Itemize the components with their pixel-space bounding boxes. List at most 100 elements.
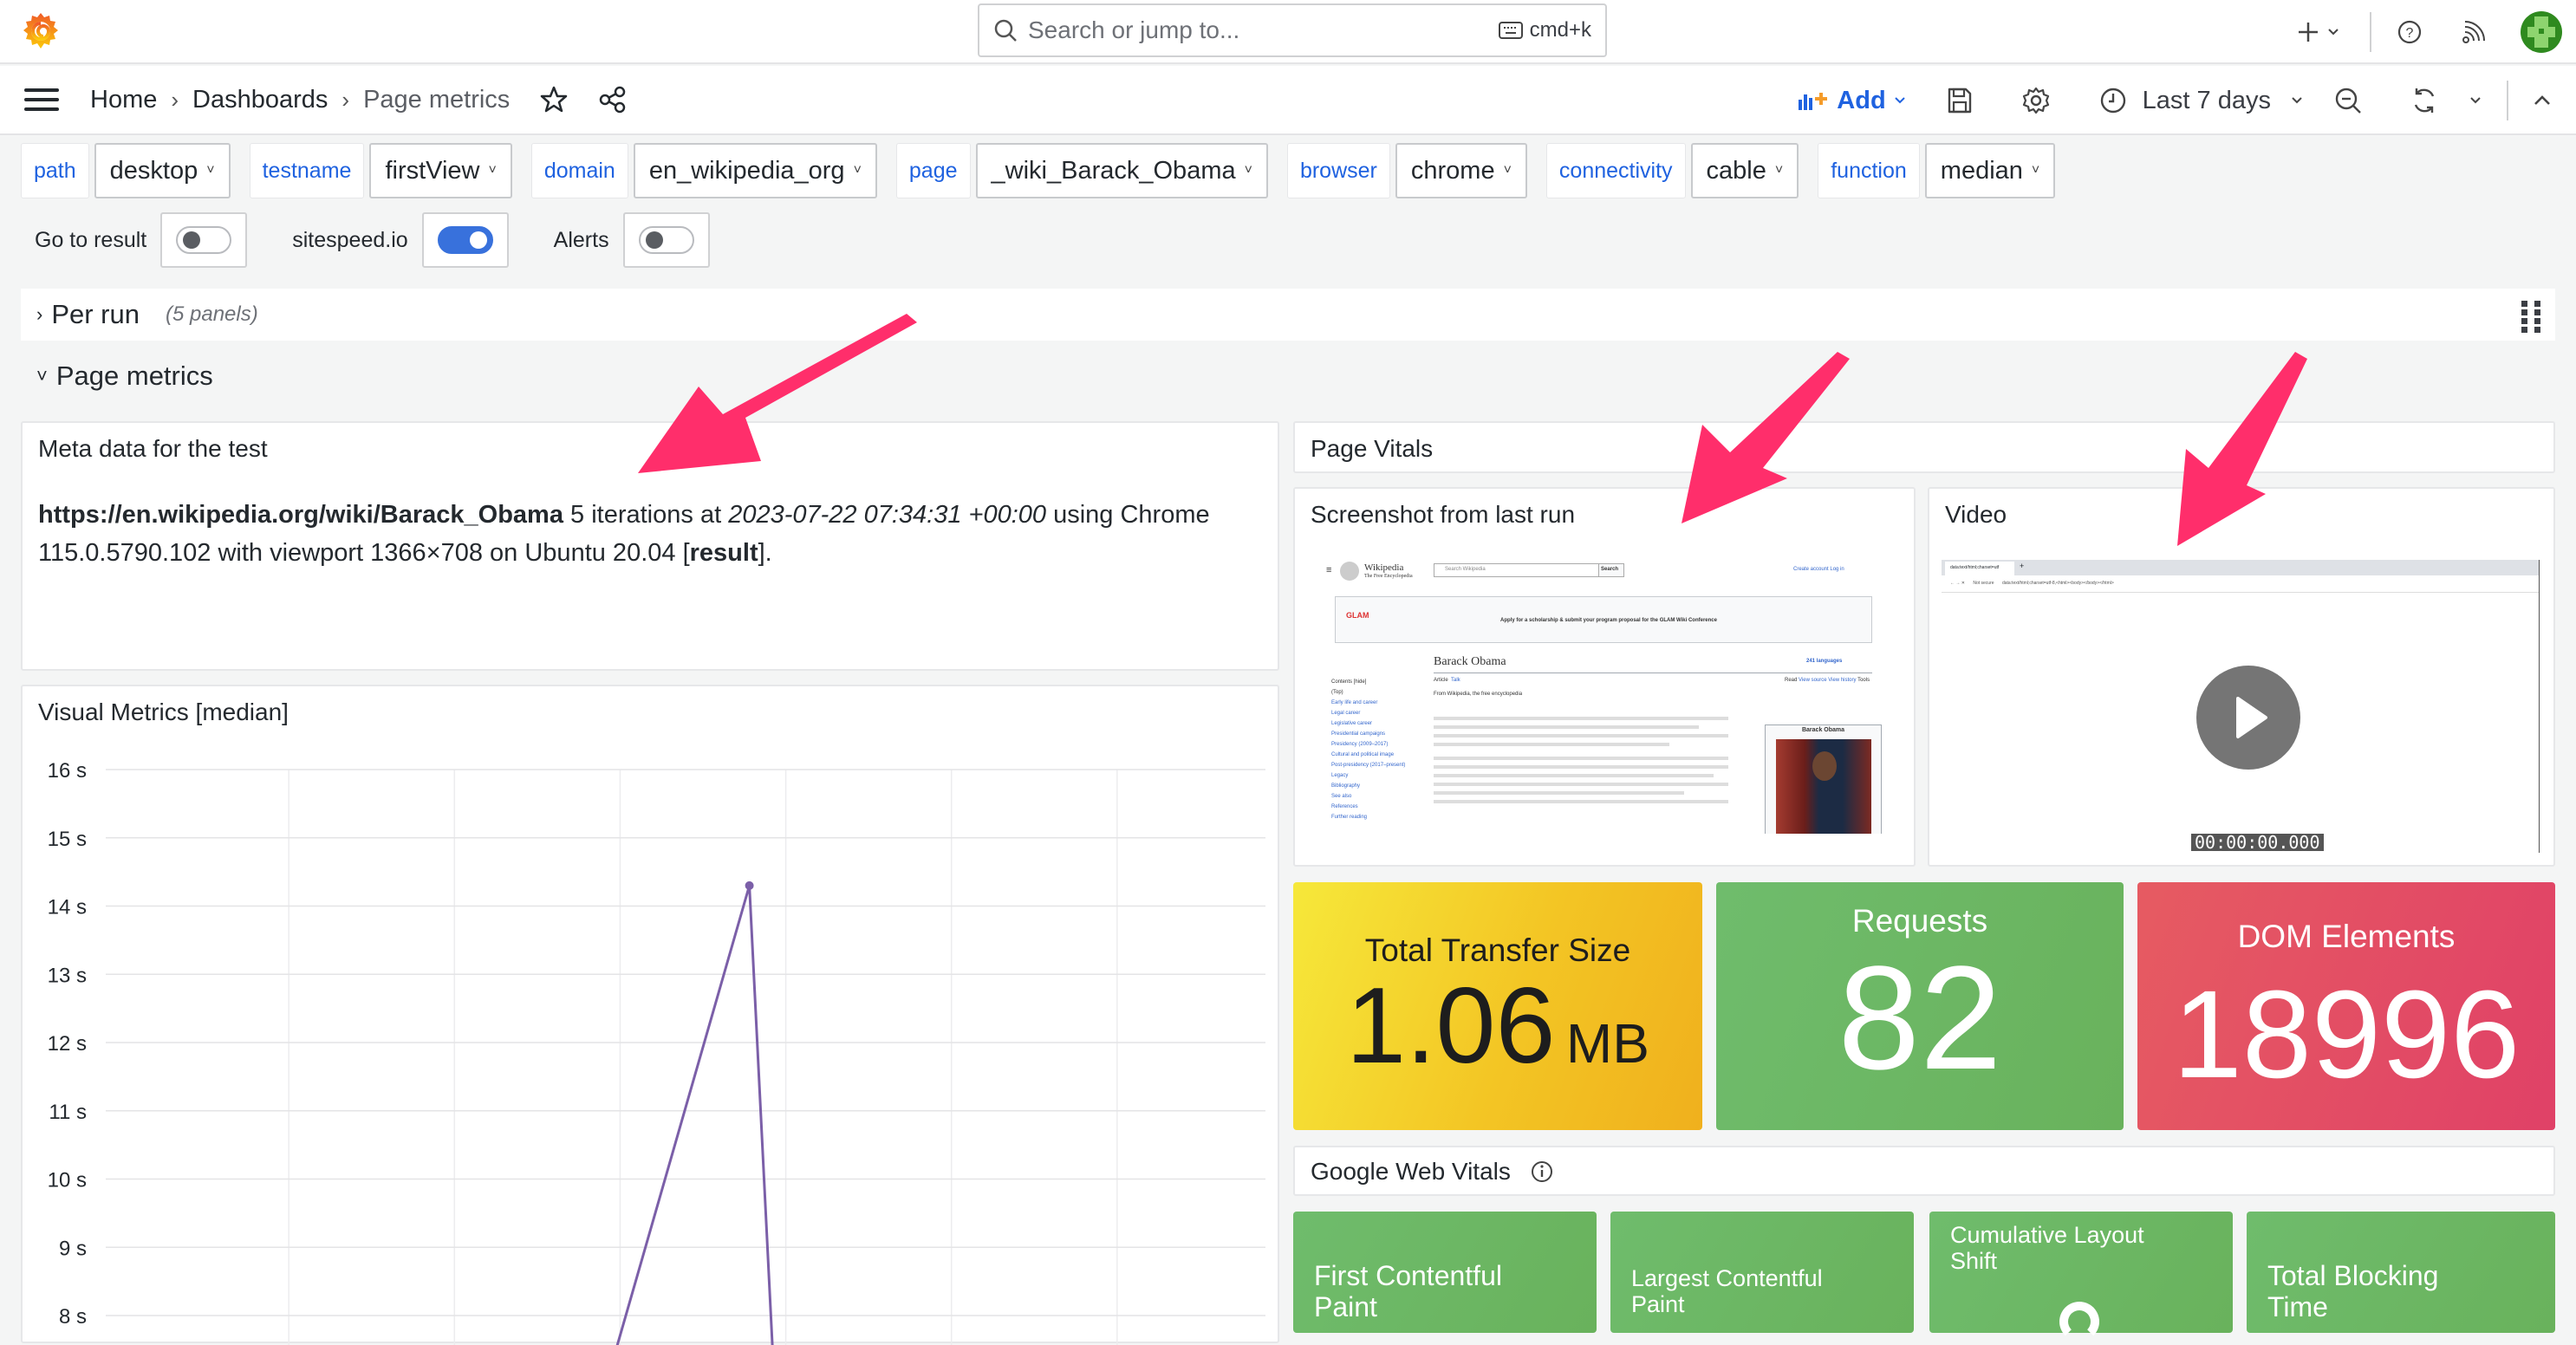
breadcrumb-home[interactable]: Home: [90, 86, 157, 114]
toggle-knob: [183, 231, 201, 249]
visual-metrics-chart[interactable]: 16 s 15 s 14 s 13 s 12 s 11 s 10 s 9 s 8 s: [23, 686, 1281, 1345]
top-right-actions: ?: [2288, 0, 2576, 64]
variable-select[interactable]: firstView ˅: [369, 143, 512, 198]
wiki-banner: GLAM Apply for a scholarship & submit yo…: [1335, 596, 1872, 643]
video-player[interactable]: data:text/html;charset=utf + ← → ✕ Not s…: [1942, 560, 2540, 853]
save-icon[interactable]: [1947, 87, 1973, 114]
meta-closing: ].: [758, 539, 772, 567]
star-icon[interactable]: [539, 85, 569, 114]
plus-icon: [2299, 23, 2318, 42]
google-web-vitals-panel: Google Web Vitals: [1293, 1146, 2555, 1196]
add-button[interactable]: Add: [1797, 87, 1906, 115]
search-bar[interactable]: Search or jump to... cmd+k: [978, 3, 1607, 57]
variable-select[interactable]: chrome ˅: [1395, 143, 1527, 198]
wiki-menu-icon: ≡: [1326, 565, 1332, 575]
menu-button[interactable]: [24, 88, 59, 111]
test-date: 2023-07-22 07:34:31 +00:00: [728, 501, 1047, 529]
toggle-label: Alerts: [553, 227, 609, 252]
variable-label: browser: [1286, 143, 1390, 198]
variable-select[interactable]: median ˅: [1924, 143, 2056, 198]
news-button[interactable]: [2456, 20, 2491, 44]
data-point[interactable]: [745, 880, 754, 890]
toggle-sitespeed-io: sitespeed.io: [278, 212, 509, 268]
hamburger-line: [24, 107, 59, 111]
wiki-search: Search Wikipedia: [1434, 563, 1607, 577]
toggle-variables: Go to result sitespeed.io Alerts: [21, 212, 741, 268]
info-icon[interactable]: [1530, 1160, 1554, 1184]
share-icon[interactable]: [598, 85, 628, 114]
stat-dom-elements[interactable]: DOM Elements 18996: [2137, 882, 2555, 1130]
obama-portrait: [1776, 739, 1871, 834]
zoom-out-icon[interactable]: [2333, 86, 2363, 115]
wiki-tab: Talk: [1451, 678, 1460, 683]
stat-title: Total Transfer Size: [1364, 932, 1631, 968]
vital-largest-contentful-paint[interactable]: Largest Contentful Paint: [1610, 1212, 1914, 1333]
settings-gear-icon[interactable]: [2021, 86, 2051, 115]
toggle-container: [160, 212, 248, 268]
wiki-toc-item: Legacy: [1331, 773, 1349, 778]
meta-data-panel: Meta data for the test https://en.wikipe…: [21, 421, 1279, 671]
toggle-label: Go to result: [35, 227, 147, 252]
visual-metrics-panel: Visual Metrics [median] 16 s 15 s 14 s 13 s…: [21, 685, 1281, 1345]
stat-requests[interactable]: Requests 82: [1716, 882, 2124, 1130]
panel-title: Google Web Vitals: [1311, 1158, 1511, 1185]
stat-total-transfer-size[interactable]: Total Transfer Size 1.06 MB: [1293, 882, 1702, 1130]
variable-select[interactable]: en_wikipedia_org ˅: [633, 143, 877, 198]
screenshot-panel: Screenshot from last run ≡ Wikipedia The…: [1293, 487, 1916, 867]
vital-cumulative-layout-shift[interactable]: Cumulative Layout Shift: [1929, 1212, 2233, 1342]
panel-title-wrap: Google Web Vitals: [1311, 1158, 1554, 1186]
variable-path: path desktop ˅: [21, 143, 231, 198]
toggle-knob: [469, 231, 487, 249]
row-per-run-title: Per run: [51, 299, 140, 329]
breadcrumb-dashboards[interactable]: Dashboards: [192, 86, 328, 114]
y-tick-label: 11 s: [49, 1101, 87, 1124]
vital-first-contentful-paint[interactable]: First Contentful Paint: [1293, 1212, 1597, 1333]
row-per-run[interactable]: › Per run (5 panels): [21, 289, 2555, 341]
drag-handle-icon[interactable]: [2521, 301, 2541, 333]
shortcut-hint: cmd+k: [1498, 18, 1591, 42]
result-link[interactable]: result: [690, 539, 758, 567]
vital-title: First Contentful Paint: [1314, 1260, 1502, 1322]
new-button[interactable]: [2288, 21, 2349, 43]
time-range-picker[interactable]: Last 7 days: [2099, 87, 2304, 115]
video-panel: Video data:text/html;charset=utf + ← → ✕…: [1928, 487, 2555, 867]
chevron-down-icon: ˅: [853, 163, 862, 178]
vital-title: Largest Contentful Paint: [1631, 1265, 1823, 1317]
screenshot-image[interactable]: ≡ Wikipedia The Free Encyclopedia Search…: [1321, 560, 1893, 834]
wiki-toc-item: See also: [1331, 794, 1352, 799]
panel-title: Page Vitals: [1311, 435, 1434, 462]
series-line: [615, 885, 774, 1345]
wiki-toc-item: Presidency (2009–2017): [1331, 742, 1389, 747]
variable-value: median: [1940, 156, 2023, 185]
y-tick-label: 16 s: [48, 759, 87, 783]
grafana-logo[interactable]: [19, 10, 62, 54]
collapse-chevron-up-icon[interactable]: [2533, 94, 2552, 107]
refresh-icon[interactable]: [2410, 86, 2439, 115]
wiki-account: Create account Log in: [1793, 567, 1844, 572]
variable-select[interactable]: _wiki_Barack_Obama ˅: [975, 143, 1268, 198]
toggle-switch[interactable]: [176, 226, 232, 254]
wiki-actions: Read View source View history Tools: [1785, 678, 1870, 683]
refresh-interval-chevron-icon[interactable]: [2469, 95, 2482, 106]
stat-unit: MB: [1565, 1012, 1649, 1075]
vital-value-partial: [2059, 1302, 2099, 1342]
vital-title: Total Blocking Time: [2267, 1260, 2439, 1322]
dashboard-nav-bar: Home › Dashboards › Page metrics Add Las…: [0, 66, 2576, 135]
variable-select[interactable]: cable ˅: [1690, 143, 1799, 198]
user-avatar[interactable]: [2521, 11, 2562, 53]
play-button[interactable]: [2196, 666, 2300, 770]
row-page-metrics[interactable]: ˅ Page metrics: [36, 361, 213, 392]
variable-label: function: [1818, 143, 1920, 198]
vital-total-blocking-time[interactable]: Total Blocking Time: [2247, 1212, 2555, 1333]
breadcrumb: Home › Dashboards › Page metrics: [90, 86, 510, 114]
hamburger-line: [24, 98, 59, 101]
toggle-switch[interactable]: [437, 226, 493, 254]
video-timestamp: 00:00:00.000: [2191, 834, 2324, 851]
toggle-switch[interactable]: [638, 226, 694, 254]
wiki-action: Tools: [1857, 678, 1870, 683]
variable-select[interactable]: desktop ˅: [94, 143, 231, 198]
y-tick-label: 10 s: [48, 1169, 87, 1192]
search-icon: [994, 19, 1017, 42]
divider: [1434, 672, 1872, 673]
help-button[interactable]: ?: [2392, 19, 2427, 45]
